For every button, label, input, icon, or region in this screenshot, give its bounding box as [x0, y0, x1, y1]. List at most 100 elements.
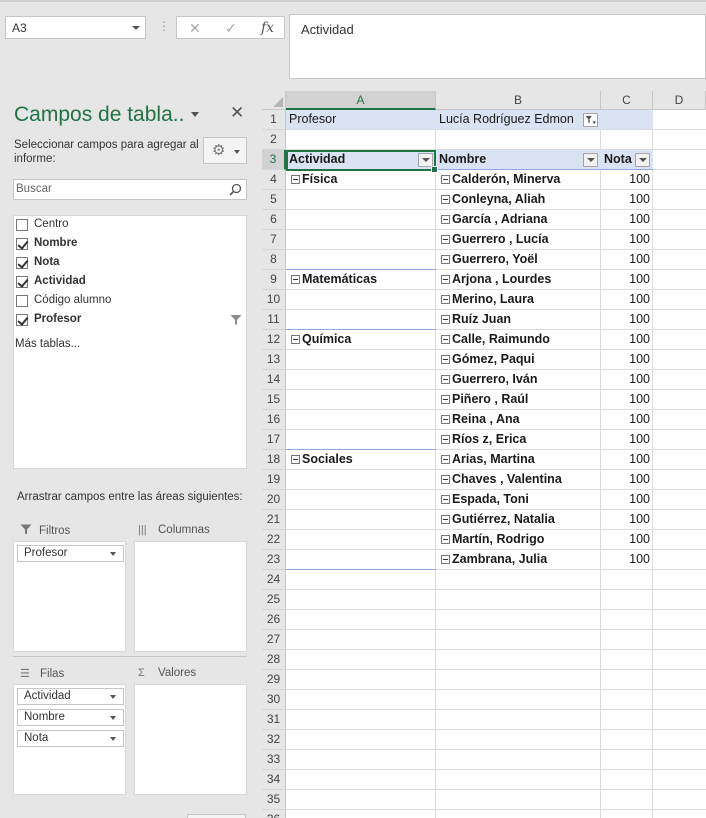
name-box[interactable]: A3: [5, 16, 146, 39]
row-header-4[interactable]: 4: [262, 170, 286, 190]
row-header-28[interactable]: 28: [262, 650, 286, 670]
select-all-corner[interactable]: [262, 91, 286, 110]
row-header-17[interactable]: 17: [262, 430, 286, 450]
row-header-26[interactable]: 26: [262, 610, 286, 630]
row-header-19[interactable]: 19: [262, 470, 286, 490]
row-header-5[interactable]: 5: [262, 190, 286, 210]
collapse-icon[interactable]: [291, 275, 300, 284]
defer-update-button[interactable]: [187, 814, 246, 818]
row-header-11[interactable]: 11: [262, 310, 286, 330]
row-header-33[interactable]: 33: [262, 750, 286, 770]
row-header-21[interactable]: 21: [262, 510, 286, 530]
row-header-29[interactable]: 29: [262, 670, 286, 690]
row-header-23[interactable]: 23: [262, 550, 286, 570]
close-icon[interactable]: ✕: [230, 103, 244, 123]
row-header-32[interactable]: 32: [262, 730, 286, 750]
worksheet-grid[interactable]: Profesor Lucía Rodríguez Edmon Actividad No…: [262, 91, 706, 818]
formula-input[interactable]: Actividad: [289, 14, 706, 79]
collapse-icon[interactable]: [441, 435, 450, 444]
row-header-27[interactable]: 27: [262, 630, 286, 650]
row-header-16[interactable]: 16: [262, 410, 286, 430]
filter-chip-profesor[interactable]: Profesor: [17, 545, 124, 562]
insert-function-icon[interactable]: fx: [261, 20, 274, 36]
row-chip-actividad[interactable]: Actividad: [17, 688, 124, 705]
row-header-22[interactable]: 22: [262, 530, 286, 550]
collapse-icon[interactable]: [441, 555, 450, 564]
collapse-icon[interactable]: [441, 295, 450, 304]
checkbox-checked[interactable]: [16, 238, 28, 250]
collapse-icon[interactable]: [441, 395, 450, 404]
columns-area[interactable]: [134, 541, 247, 652]
collapse-icon[interactable]: [441, 335, 450, 344]
collapse-icon[interactable]: [291, 335, 300, 344]
checkbox[interactable]: [16, 219, 28, 231]
collapse-icon[interactable]: [441, 535, 450, 544]
chevron-down-icon[interactable]: [110, 737, 116, 741]
chevron-down-icon[interactable]: [110, 552, 116, 556]
row-header-25[interactable]: 25: [262, 590, 286, 610]
column-header-b[interactable]: B: [436, 91, 601, 110]
field-item-nombre[interactable]: Nombre: [14, 235, 246, 254]
collapse-icon[interactable]: [441, 495, 450, 504]
checkbox-checked[interactable]: [16, 314, 28, 326]
rows-area[interactable]: Actividad Nombre Nota: [13, 684, 126, 795]
header-filter-button[interactable]: [583, 153, 598, 167]
row-header-31[interactable]: 31: [262, 710, 286, 730]
field-item-nota[interactable]: Nota: [14, 254, 246, 273]
collapse-icon[interactable]: [441, 195, 450, 204]
collapse-icon[interactable]: [441, 455, 450, 464]
row-chip-nota[interactable]: Nota: [17, 730, 124, 747]
grip-icon[interactable]: ⋮: [158, 19, 170, 33]
collapse-icon[interactable]: [441, 315, 450, 324]
collapse-icon[interactable]: [441, 175, 450, 184]
selected-cell-a3[interactable]: [286, 150, 438, 173]
row-header-6[interactable]: 6: [262, 210, 286, 230]
filter-icon[interactable]: [230, 314, 242, 326]
row-header-34[interactable]: 34: [262, 770, 286, 790]
field-item-actividad[interactable]: Actividad: [14, 273, 246, 292]
row-chip-nombre[interactable]: Nombre: [17, 709, 124, 726]
row-header-8[interactable]: 8: [262, 250, 286, 270]
collapse-icon[interactable]: [291, 455, 300, 464]
row-header-13[interactable]: 13: [262, 350, 286, 370]
row-header-10[interactable]: 10: [262, 290, 286, 310]
pane-options-chevron-icon[interactable]: [191, 112, 199, 117]
row-header-20[interactable]: 20: [262, 490, 286, 510]
row-header-35[interactable]: 35: [262, 790, 286, 810]
chevron-down-icon[interactable]: [132, 26, 140, 30]
row-header-30[interactable]: 30: [262, 690, 286, 710]
areas-divider[interactable]: [13, 656, 247, 657]
row-header-1[interactable]: 1: [262, 110, 286, 130]
row-header-12[interactable]: 12: [262, 330, 286, 350]
collapse-icon[interactable]: [441, 415, 450, 424]
field-item-codigo-alumno[interactable]: Código alumno: [14, 292, 246, 311]
row-header-2[interactable]: 2: [262, 130, 286, 150]
column-header-a[interactable]: A: [286, 91, 436, 110]
row-header-14[interactable]: 14: [262, 370, 286, 390]
filter-applied-button[interactable]: [583, 113, 598, 127]
cancel-icon[interactable]: ✕: [189, 20, 201, 37]
search-input[interactable]: Buscar: [13, 179, 247, 200]
row-header-9[interactable]: 9: [262, 270, 286, 290]
row-header-3[interactable]: 3: [262, 150, 286, 170]
row-header-18[interactable]: 18: [262, 450, 286, 470]
row-header-7[interactable]: 7: [262, 230, 286, 250]
collapse-icon[interactable]: [291, 175, 300, 184]
checkbox-checked[interactable]: [16, 276, 28, 288]
collapse-icon[interactable]: [441, 235, 450, 244]
column-header-c[interactable]: C: [601, 91, 653, 110]
values-area[interactable]: [134, 684, 247, 795]
chevron-down-icon[interactable]: [110, 695, 116, 699]
more-tables-link[interactable]: Más tablas...: [15, 338, 80, 350]
search-icon[interactable]: [229, 183, 242, 196]
row-header-36[interactable]: 36: [262, 810, 286, 818]
field-item-profesor[interactable]: Profesor: [14, 311, 246, 330]
collapse-icon[interactable]: [441, 515, 450, 524]
collapse-icon[interactable]: [441, 375, 450, 384]
chevron-down-icon[interactable]: [110, 716, 116, 720]
tools-button[interactable]: ⚙: [203, 137, 247, 164]
collapse-icon[interactable]: [441, 275, 450, 284]
collapse-icon[interactable]: [441, 475, 450, 484]
collapse-icon[interactable]: [441, 255, 450, 264]
header-filter-button[interactable]: [635, 153, 650, 167]
